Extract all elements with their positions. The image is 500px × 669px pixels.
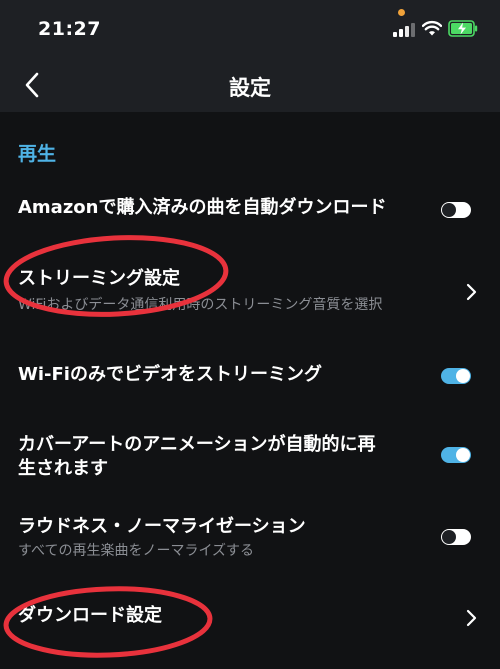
chevron-right-icon [466,283,477,301]
status-time: 21:27 [38,18,101,40]
privacy-indicator-dot [398,9,405,16]
loudness-toggle[interactable] [441,529,471,545]
setting-row-download[interactable]: ダウンロード設定 [0,598,500,638]
status-bar: 21:27 [0,0,500,58]
section-header-playback: 再生 [18,143,57,165]
toggle-knob [442,530,456,544]
cellular-signal-icon [393,22,415,37]
setting-label: ラウドネス・ノーマライゼーション [18,516,306,537]
wifi-video-toggle[interactable] [441,368,471,384]
setting-row-wifi-video: Wi-Fiのみでビデオをストリーミング [0,360,500,396]
setting-row-auto-download: Amazonで購入済みの曲を自動ダウンロード [0,190,500,230]
setting-label: Amazonで購入済みの曲を自動ダウンロード [18,197,387,218]
battery-charging-icon [448,20,478,37]
setting-row-loudness: ラウドネス・ノーマライゼーション すべての再生楽曲をノーマライズする [0,512,500,562]
page-title: 設定 [229,76,271,100]
wifi-icon [422,20,442,36]
setting-label-line1: カバーアートのアニメーションが自動的に再 [18,434,376,455]
toggle-knob [442,203,456,217]
setting-subtitle: すべての再生楽曲をノーマライズする [18,543,255,559]
toggle-knob [456,369,470,383]
setting-label: Wi-Fiのみでビデオをストリーミング [18,364,322,385]
navigation-bar: 設定 [0,58,500,112]
setting-label-line2: 生されます [18,458,108,479]
setting-label: ストリーミング設定 [18,268,180,289]
setting-subtitle: WiFiおよびデータ通信利用時のストリーミング音質を選択 [18,297,383,313]
setting-row-cover-art: カバーアートのアニメーションが自動的に再 生されます [0,430,500,486]
setting-label: ダウンロード設定 [18,605,162,626]
auto-download-toggle[interactable] [441,202,471,218]
chevron-right-icon [466,609,477,627]
toggle-knob [456,448,470,462]
cover-art-toggle[interactable] [441,447,471,463]
setting-row-streaming[interactable]: ストリーミング設定 WiFiおよびデータ通信利用時のストリーミング音質を選択 [0,262,500,322]
